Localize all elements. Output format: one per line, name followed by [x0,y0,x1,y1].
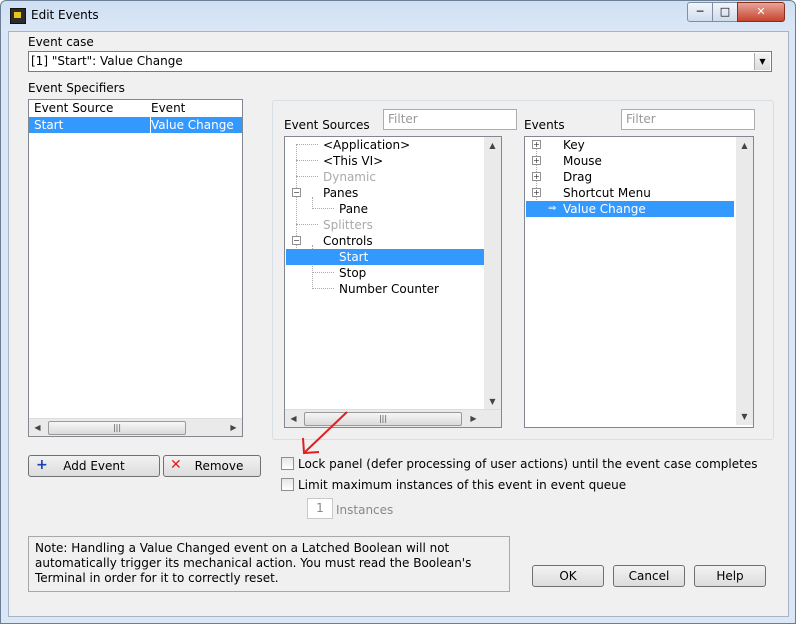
events-filter-input[interactable]: Filter [621,109,755,130]
plus-icon: + [36,457,48,473]
column-header-event[interactable]: Event [151,100,185,117]
lock-panel-label: Lock panel (defer processing of user act… [298,457,758,471]
event-case-dropdown[interactable]: [1] "Start": Value Change ▼ [28,51,772,72]
event-sources-tree[interactable]: <Application> <This VI> Dynamic − Panes … [284,136,502,428]
tree-guide [312,272,334,273]
window-title: Edit Events [31,8,99,22]
add-event-label: Add Event [63,459,125,473]
event-selection-group: Event Sources Filter Events Filter <Appl… [272,100,774,440]
tree-item-start: Start [339,250,369,264]
vertical-scrollbar[interactable]: ▲ ▼ [736,137,753,425]
limit-instances-checkbox[interactable] [281,478,294,491]
events-label: Events [524,118,565,132]
dropdown-arrow-icon[interactable]: ▼ [754,53,770,70]
tree-guide [296,160,318,161]
event-sources-label: Event Sources [284,118,370,132]
remove-button[interactable]: ✕ Remove [163,455,261,477]
expand-icon[interactable]: + [532,156,541,165]
scroll-left-icon[interactable]: ◀ [29,419,46,436]
close-button[interactable]: ✕ [737,2,785,22]
tree-item-shortcut-menu[interactable]: Shortcut Menu [563,185,651,201]
remove-label: Remove [194,459,244,473]
tree-item-number-counter[interactable]: Number Counter [339,281,439,297]
event-specifiers-label: Event Specifiers [28,81,125,95]
vertical-scrollbar[interactable]: ▲ ▼ [484,137,501,410]
tree-item-this-vi[interactable]: <This VI> [323,153,383,169]
tree-guide [296,176,318,177]
scrollbar-thumb[interactable]: ||| [48,421,186,435]
event-case-label: Event case [28,35,94,49]
tree-item-value-change: Value Change [563,202,646,216]
limit-instances-label: Limit maximum instances of this event in… [298,478,627,492]
title-bar[interactable]: Edit Events ─ □ ✕ [1,1,795,31]
cancel-button[interactable]: Cancel [613,565,685,587]
dialog-body: Event case [1] "Start": Value Change ▼ E… [8,31,789,617]
scroll-right-icon[interactable]: ▶ [225,419,242,436]
lock-panel-checkbox[interactable] [281,457,294,470]
tree-guide [312,208,334,209]
tree-item-splitters: Splitters [323,218,373,232]
collapse-icon[interactable]: − [292,236,301,245]
tree-item-key[interactable]: Key [563,137,585,153]
instances-label: Instances [336,503,394,517]
scroll-down-icon[interactable]: ▼ [736,408,753,425]
expand-icon[interactable]: + [532,188,541,197]
instances-input: 1 [307,498,333,519]
row-event: Value Change [151,118,234,132]
tree-guide [296,144,318,145]
tree-guide [312,288,334,289]
tree-item-panes[interactable]: Panes [323,185,358,201]
scroll-down-icon[interactable]: ▼ [484,393,501,410]
labview-app-icon [10,8,26,24]
ok-button[interactable]: OK [532,565,604,587]
table-row[interactable]: Start Value Change [29,117,242,133]
help-button[interactable]: Help [694,565,766,587]
tree-item-start-selected[interactable]: Start [286,249,495,265]
column-header-event-source[interactable]: Event Source [34,100,113,117]
tree-item-drag[interactable]: Drag [563,169,592,185]
horizontal-scrollbar[interactable]: ◀ ||| ▶ [29,418,242,436]
scroll-up-icon[interactable]: ▲ [736,137,753,154]
red-annotation-arrow [302,411,348,455]
row-source: Start [34,118,64,132]
minimize-button[interactable]: ─ [687,2,713,22]
event-specifiers-list[interactable]: Event Source Event Start Value Change ◀ … [28,99,243,437]
tree-item-pane[interactable]: Pane [339,201,368,217]
tree-item-application[interactable]: <Application> [323,137,410,153]
tree-item-mouse[interactable]: Mouse [563,153,602,169]
event-case-value: [1] "Start": Value Change [31,54,183,68]
maximize-button[interactable]: □ [712,2,738,22]
expand-icon[interactable]: + [532,172,541,181]
event-arrow-icon: ⇒ [548,203,557,214]
scroll-up-icon[interactable]: ▲ [484,137,501,154]
add-event-button[interactable]: + Add Event [28,455,160,477]
collapse-icon[interactable]: − [292,188,301,197]
edit-events-window: Edit Events ─ □ ✕ Event case [1] "Start"… [0,0,796,624]
expand-icon[interactable]: + [532,140,541,149]
note-box: Note: Handling a Value Changed event on … [28,536,510,592]
event-sources-filter-input[interactable]: Filter [383,109,517,130]
scroll-right-icon[interactable]: ▶ [465,410,482,427]
events-tree[interactable]: + Key + Mouse + Drag + Shortcut Menu ⇒ V… [524,136,754,428]
red-x-icon: ✕ [170,457,182,473]
tree-item-value-change-selected[interactable]: ⇒ Value Change [526,201,734,217]
tree-guide [296,224,318,225]
tree-item-stop[interactable]: Stop [339,265,366,281]
tree-item-controls[interactable]: Controls [323,233,373,249]
tree-item-dynamic: Dynamic [323,170,376,184]
